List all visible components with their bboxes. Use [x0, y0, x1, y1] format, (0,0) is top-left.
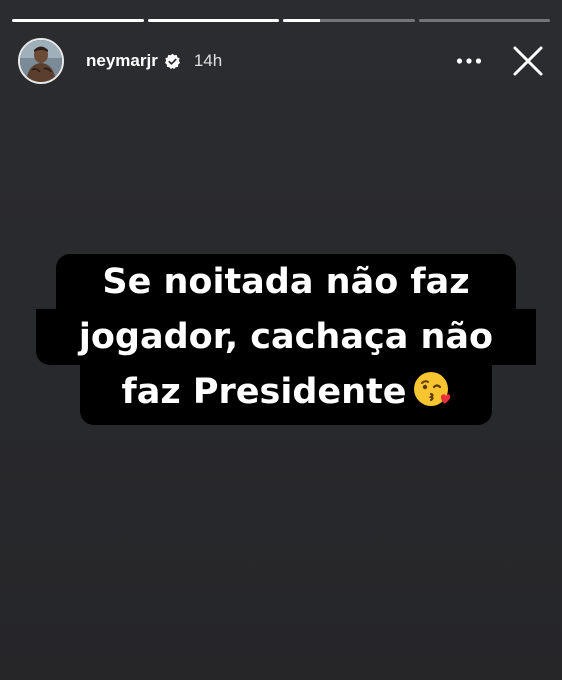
more-options-button[interactable]: [452, 44, 486, 78]
verified-badge-icon: [164, 53, 181, 70]
caption-line-3: faz Presidente: [80, 364, 492, 425]
progress-segment: [147, 19, 279, 22]
caption-line-1: Se noitada não faz: [56, 254, 516, 310]
progress-fill: [283, 19, 320, 22]
story-caption: Se noitada não faz jogador, cachaça não …: [36, 254, 536, 425]
caption-line-3-text: faz Presidente: [121, 372, 407, 412]
progress-segment: [12, 19, 144, 22]
more-horizontal-icon: [456, 58, 482, 64]
progress-segment: [418, 19, 550, 22]
avatar[interactable]: [18, 38, 64, 84]
story-progress-bar: [12, 19, 550, 22]
close-button[interactable]: [508, 41, 548, 81]
close-icon: [513, 46, 543, 76]
story-header: neymarjr 14h: [18, 37, 548, 85]
progress-segment: [283, 19, 415, 22]
story-viewer: neymarjr 14h Se noitada não faz jogador,…: [0, 0, 562, 680]
progress-fill: [147, 19, 279, 22]
post-time: 14h: [193, 51, 223, 70]
kissing-face-emoji-icon: [413, 369, 451, 425]
progress-fill: [12, 19, 144, 22]
username[interactable]: neymarjr: [86, 51, 158, 71]
caption-line-2: jogador, cachaça não: [36, 309, 536, 365]
